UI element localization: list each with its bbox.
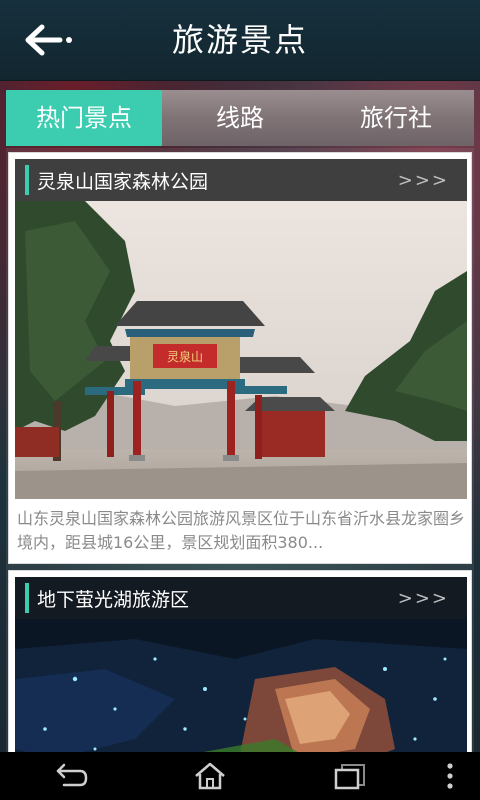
accent-bar	[25, 165, 29, 195]
attraction-card[interactable]: 地下萤光湖旅游区 >>>	[8, 570, 472, 752]
attraction-description: 山东灵泉山国家森林公园旅游风景区位于山东省沂水县龙家圈乡境内，距县城16公里，景…	[17, 509, 466, 552]
tab-bar: 热门景点 线路 旅行社	[6, 90, 474, 146]
card-header: 灵泉山国家森林公园 >>>	[15, 159, 467, 201]
nav-menu-button[interactable]	[420, 752, 480, 800]
title-bar: 旅游景点	[0, 0, 480, 81]
nav-home-button[interactable]	[140, 752, 280, 800]
accent-bar	[25, 583, 29, 613]
back-icon	[56, 763, 88, 787]
glowworm-cave-image	[15, 619, 467, 752]
tab-travel-agencies[interactable]: 旅行社	[318, 90, 474, 146]
tab-hot-attractions[interactable]: 热门景点	[6, 90, 162, 146]
attraction-photo	[15, 619, 467, 752]
system-nav-bar	[0, 752, 480, 800]
card-header: 地下萤光湖旅游区 >>>	[15, 577, 467, 619]
tab-routes[interactable]: 线路	[162, 90, 318, 146]
attraction-photo: 灵泉山	[15, 201, 467, 499]
attraction-list[interactable]: 灵泉山国家森林公园 >>> 灵泉山 山东灵泉山国家森林公园旅游风景区位于山东省沂…	[6, 148, 474, 752]
nav-recents-button[interactable]	[280, 752, 420, 800]
park-gate-image: 灵泉山	[15, 201, 467, 499]
attraction-name: 灵泉山国家森林公园	[37, 170, 209, 193]
page-title: 旅游景点	[171, 21, 308, 59]
attraction-card[interactable]: 灵泉山国家森林公园 >>> 灵泉山 山东灵泉山国家森林公园旅游风景区位于山东省沂…	[8, 152, 472, 564]
home-icon	[195, 762, 225, 790]
recents-icon	[334, 764, 365, 790]
overflow-menu-icon	[447, 763, 453, 789]
nav-back-button[interactable]	[0, 752, 140, 800]
gate-plaque-text: 灵泉山	[167, 350, 203, 364]
more-link[interactable]: >>>	[398, 588, 449, 609]
more-link[interactable]: >>>	[398, 170, 449, 191]
attraction-name: 地下萤光湖旅游区	[37, 588, 190, 611]
